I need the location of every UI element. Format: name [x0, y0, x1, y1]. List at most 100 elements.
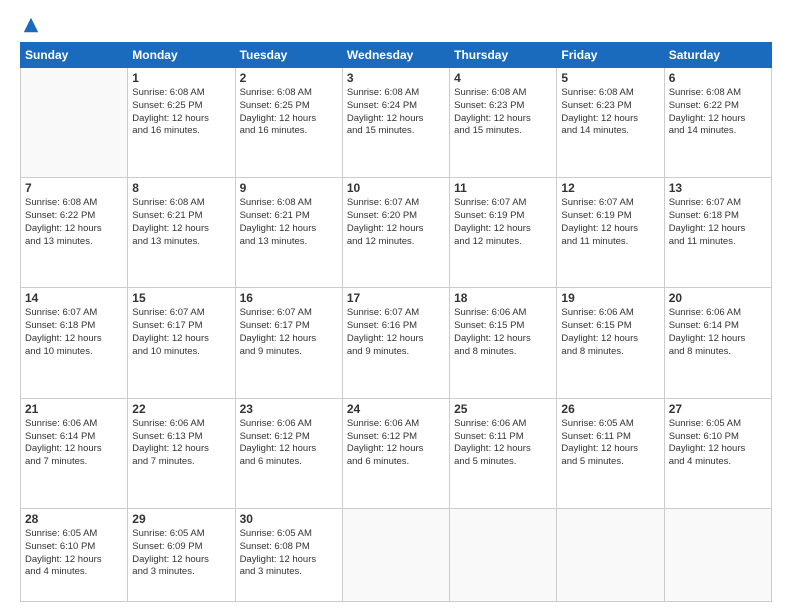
day-info: Sunrise: 6:06 AM Sunset: 6:11 PM Dayligh… — [454, 418, 552, 469]
day-info: Sunrise: 6:06 AM Sunset: 6:14 PM Dayligh… — [25, 418, 123, 469]
weekday-header-monday: Monday — [128, 43, 235, 68]
calendar-week-row: 14 Sunrise: 6:07 AM Sunset: 6:18 PM Dayli… — [21, 288, 772, 398]
day-number: 29 — [132, 512, 230, 526]
day-info: Sunrise: 6:06 AM Sunset: 6:15 PM Dayligh… — [561, 307, 659, 358]
day-info: Sunrise: 6:08 AM Sunset: 6:22 PM Dayligh… — [669, 87, 767, 138]
calendar-cell: 5 Sunrise: 6:08 AM Sunset: 6:23 PM Daylig… — [557, 68, 664, 178]
calendar-cell: 24 Sunrise: 6:06 AM Sunset: 6:12 PM Dayli… — [342, 398, 449, 508]
calendar-cell: 29 Sunrise: 6:05 AM Sunset: 6:09 PM Dayli… — [128, 508, 235, 601]
day-info: Sunrise: 6:08 AM Sunset: 6:23 PM Dayligh… — [454, 87, 552, 138]
calendar-cell: 25Sunrise: 6:06 AM Sunset: 6:11 PM Dayli… — [450, 398, 557, 508]
page: SundayMondayTuesdayWednesdayThursdayFrid… — [0, 0, 792, 612]
calendar-cell: 17Sunrise: 6:07 AM Sunset: 6:16 PM Dayli… — [342, 288, 449, 398]
day-info: Sunrise: 6:06 AM Sunset: 6:12 PM Dayligh… — [240, 418, 338, 469]
logo — [20, 16, 40, 34]
day-number: 21 — [25, 402, 123, 416]
day-number: 14 — [25, 291, 123, 305]
day-number: 27 — [669, 402, 767, 416]
calendar-cell: 22 Sunrise: 6:06 AM Sunset: 6:13 PM Dayli… — [128, 398, 235, 508]
day-info: Sunrise: 6:08 AM Sunset: 6:21 PM Dayligh… — [132, 197, 230, 248]
day-info: Sunrise: 6:08 AM Sunset: 6:25 PM Dayligh… — [240, 87, 338, 138]
day-number: 22 — [132, 402, 230, 416]
day-info: Sunrise: 6:07 AM Sunset: 6:20 PM Dayligh… — [347, 197, 445, 248]
day-info: Sunrise: 6:08 AM Sunset: 6:23 PM Dayligh… — [561, 87, 659, 138]
calendar-cell: 19 Sunrise: 6:06 AM Sunset: 6:15 PM Dayli… — [557, 288, 664, 398]
calendar-cell: 15Sunrise: 6:07 AM Sunset: 6:17 PM Dayli… — [128, 288, 235, 398]
day-number: 5 — [561, 71, 659, 85]
weekday-header-row: SundayMondayTuesdayWednesdayThursdayFrid… — [21, 43, 772, 68]
calendar-cell: 2 Sunrise: 6:08 AM Sunset: 6:25 PM Daylig… — [235, 68, 342, 178]
day-info: Sunrise: 6:07 AM Sunset: 6:18 PM Dayligh… — [669, 197, 767, 248]
day-number: 2 — [240, 71, 338, 85]
calendar-cell: 3 Sunrise: 6:08 AM Sunset: 6:24 PM Daylig… — [342, 68, 449, 178]
day-info: Sunrise: 6:05 AM Sunset: 6:09 PM Dayligh… — [132, 528, 230, 579]
day-number: 20 — [669, 291, 767, 305]
day-number: 11 — [454, 181, 552, 195]
weekday-header-saturday: Saturday — [664, 43, 771, 68]
day-number: 12 — [561, 181, 659, 195]
calendar-cell: 8Sunrise: 6:08 AM Sunset: 6:21 PM Daylig… — [128, 178, 235, 288]
day-info: Sunrise: 6:06 AM Sunset: 6:12 PM Dayligh… — [347, 418, 445, 469]
calendar-cell: 30Sunrise: 6:05 AM Sunset: 6:08 PM Dayli… — [235, 508, 342, 601]
calendar-cell: 28 Sunrise: 6:05 AM Sunset: 6:10 PM Dayli… — [21, 508, 128, 601]
calendar-cell: 23 Sunrise: 6:06 AM Sunset: 6:12 PM Dayli… — [235, 398, 342, 508]
calendar-cell: 13 Sunrise: 6:07 AM Sunset: 6:18 PM Dayli… — [664, 178, 771, 288]
day-info: Sunrise: 6:05 AM Sunset: 6:11 PM Dayligh… — [561, 418, 659, 469]
weekday-header-tuesday: Tuesday — [235, 43, 342, 68]
calendar-cell: 9Sunrise: 6:08 AM Sunset: 6:21 PM Daylig… — [235, 178, 342, 288]
day-info: Sunrise: 6:05 AM Sunset: 6:10 PM Dayligh… — [669, 418, 767, 469]
calendar-week-row: 7 Sunrise: 6:08 AM Sunset: 6:22 PM Daylig… — [21, 178, 772, 288]
header — [20, 16, 772, 34]
logo-icon — [22, 16, 40, 34]
day-info: Sunrise: 6:07 AM Sunset: 6:17 PM Dayligh… — [240, 307, 338, 358]
calendar-table: SundayMondayTuesdayWednesdayThursdayFrid… — [20, 42, 772, 602]
day-number: 24 — [347, 402, 445, 416]
day-info: Sunrise: 6:08 AM Sunset: 6:21 PM Dayligh… — [240, 197, 338, 248]
day-number: 7 — [25, 181, 123, 195]
calendar-cell — [557, 508, 664, 601]
calendar-cell: 10 Sunrise: 6:07 AM Sunset: 6:20 PM Dayli… — [342, 178, 449, 288]
day-info: Sunrise: 6:07 AM Sunset: 6:18 PM Dayligh… — [25, 307, 123, 358]
calendar-cell — [21, 68, 128, 178]
calendar-cell: 14 Sunrise: 6:07 AM Sunset: 6:18 PM Dayli… — [21, 288, 128, 398]
day-info: Sunrise: 6:08 AM Sunset: 6:22 PM Dayligh… — [25, 197, 123, 248]
calendar-cell: 4 Sunrise: 6:08 AM Sunset: 6:23 PM Daylig… — [450, 68, 557, 178]
day-info: Sunrise: 6:07 AM Sunset: 6:19 PM Dayligh… — [561, 197, 659, 248]
calendar-cell: 7 Sunrise: 6:08 AM Sunset: 6:22 PM Daylig… — [21, 178, 128, 288]
calendar-week-row: 1Sunrise: 6:08 AM Sunset: 6:25 PM Daylig… — [21, 68, 772, 178]
day-info: Sunrise: 6:07 AM Sunset: 6:17 PM Dayligh… — [132, 307, 230, 358]
calendar-cell: 6 Sunrise: 6:08 AM Sunset: 6:22 PM Daylig… — [664, 68, 771, 178]
calendar-cell: 26Sunrise: 6:05 AM Sunset: 6:11 PM Dayli… — [557, 398, 664, 508]
day-number: 3 — [347, 71, 445, 85]
calendar-cell — [450, 508, 557, 601]
weekday-header-wednesday: Wednesday — [342, 43, 449, 68]
calendar-cell: 21 Sunrise: 6:06 AM Sunset: 6:14 PM Dayli… — [21, 398, 128, 508]
weekday-header-friday: Friday — [557, 43, 664, 68]
day-number: 6 — [669, 71, 767, 85]
weekday-header-thursday: Thursday — [450, 43, 557, 68]
day-info: Sunrise: 6:07 AM Sunset: 6:19 PM Dayligh… — [454, 197, 552, 248]
calendar-cell: 27 Sunrise: 6:05 AM Sunset: 6:10 PM Dayli… — [664, 398, 771, 508]
calendar-cell — [664, 508, 771, 601]
calendar-cell: 12 Sunrise: 6:07 AM Sunset: 6:19 PM Dayli… — [557, 178, 664, 288]
day-number: 13 — [669, 181, 767, 195]
weekday-header-sunday: Sunday — [21, 43, 128, 68]
day-number: 18 — [454, 291, 552, 305]
day-number: 17 — [347, 291, 445, 305]
day-number: 30 — [240, 512, 338, 526]
day-info: Sunrise: 6:08 AM Sunset: 6:25 PM Dayligh… — [132, 87, 230, 138]
day-number: 10 — [347, 181, 445, 195]
calendar-week-row: 21 Sunrise: 6:06 AM Sunset: 6:14 PM Dayli… — [21, 398, 772, 508]
day-info: Sunrise: 6:08 AM Sunset: 6:24 PM Dayligh… — [347, 87, 445, 138]
day-info: Sunrise: 6:06 AM Sunset: 6:15 PM Dayligh… — [454, 307, 552, 358]
day-number: 4 — [454, 71, 552, 85]
calendar-cell — [342, 508, 449, 601]
day-info: Sunrise: 6:05 AM Sunset: 6:10 PM Dayligh… — [25, 528, 123, 579]
calendar-cell: 1Sunrise: 6:08 AM Sunset: 6:25 PM Daylig… — [128, 68, 235, 178]
calendar-cell: 18 Sunrise: 6:06 AM Sunset: 6:15 PM Dayli… — [450, 288, 557, 398]
calendar-cell: 11 Sunrise: 6:07 AM Sunset: 6:19 PM Dayli… — [450, 178, 557, 288]
day-info: Sunrise: 6:06 AM Sunset: 6:13 PM Dayligh… — [132, 418, 230, 469]
day-number: 19 — [561, 291, 659, 305]
day-number: 23 — [240, 402, 338, 416]
day-number: 28 — [25, 512, 123, 526]
